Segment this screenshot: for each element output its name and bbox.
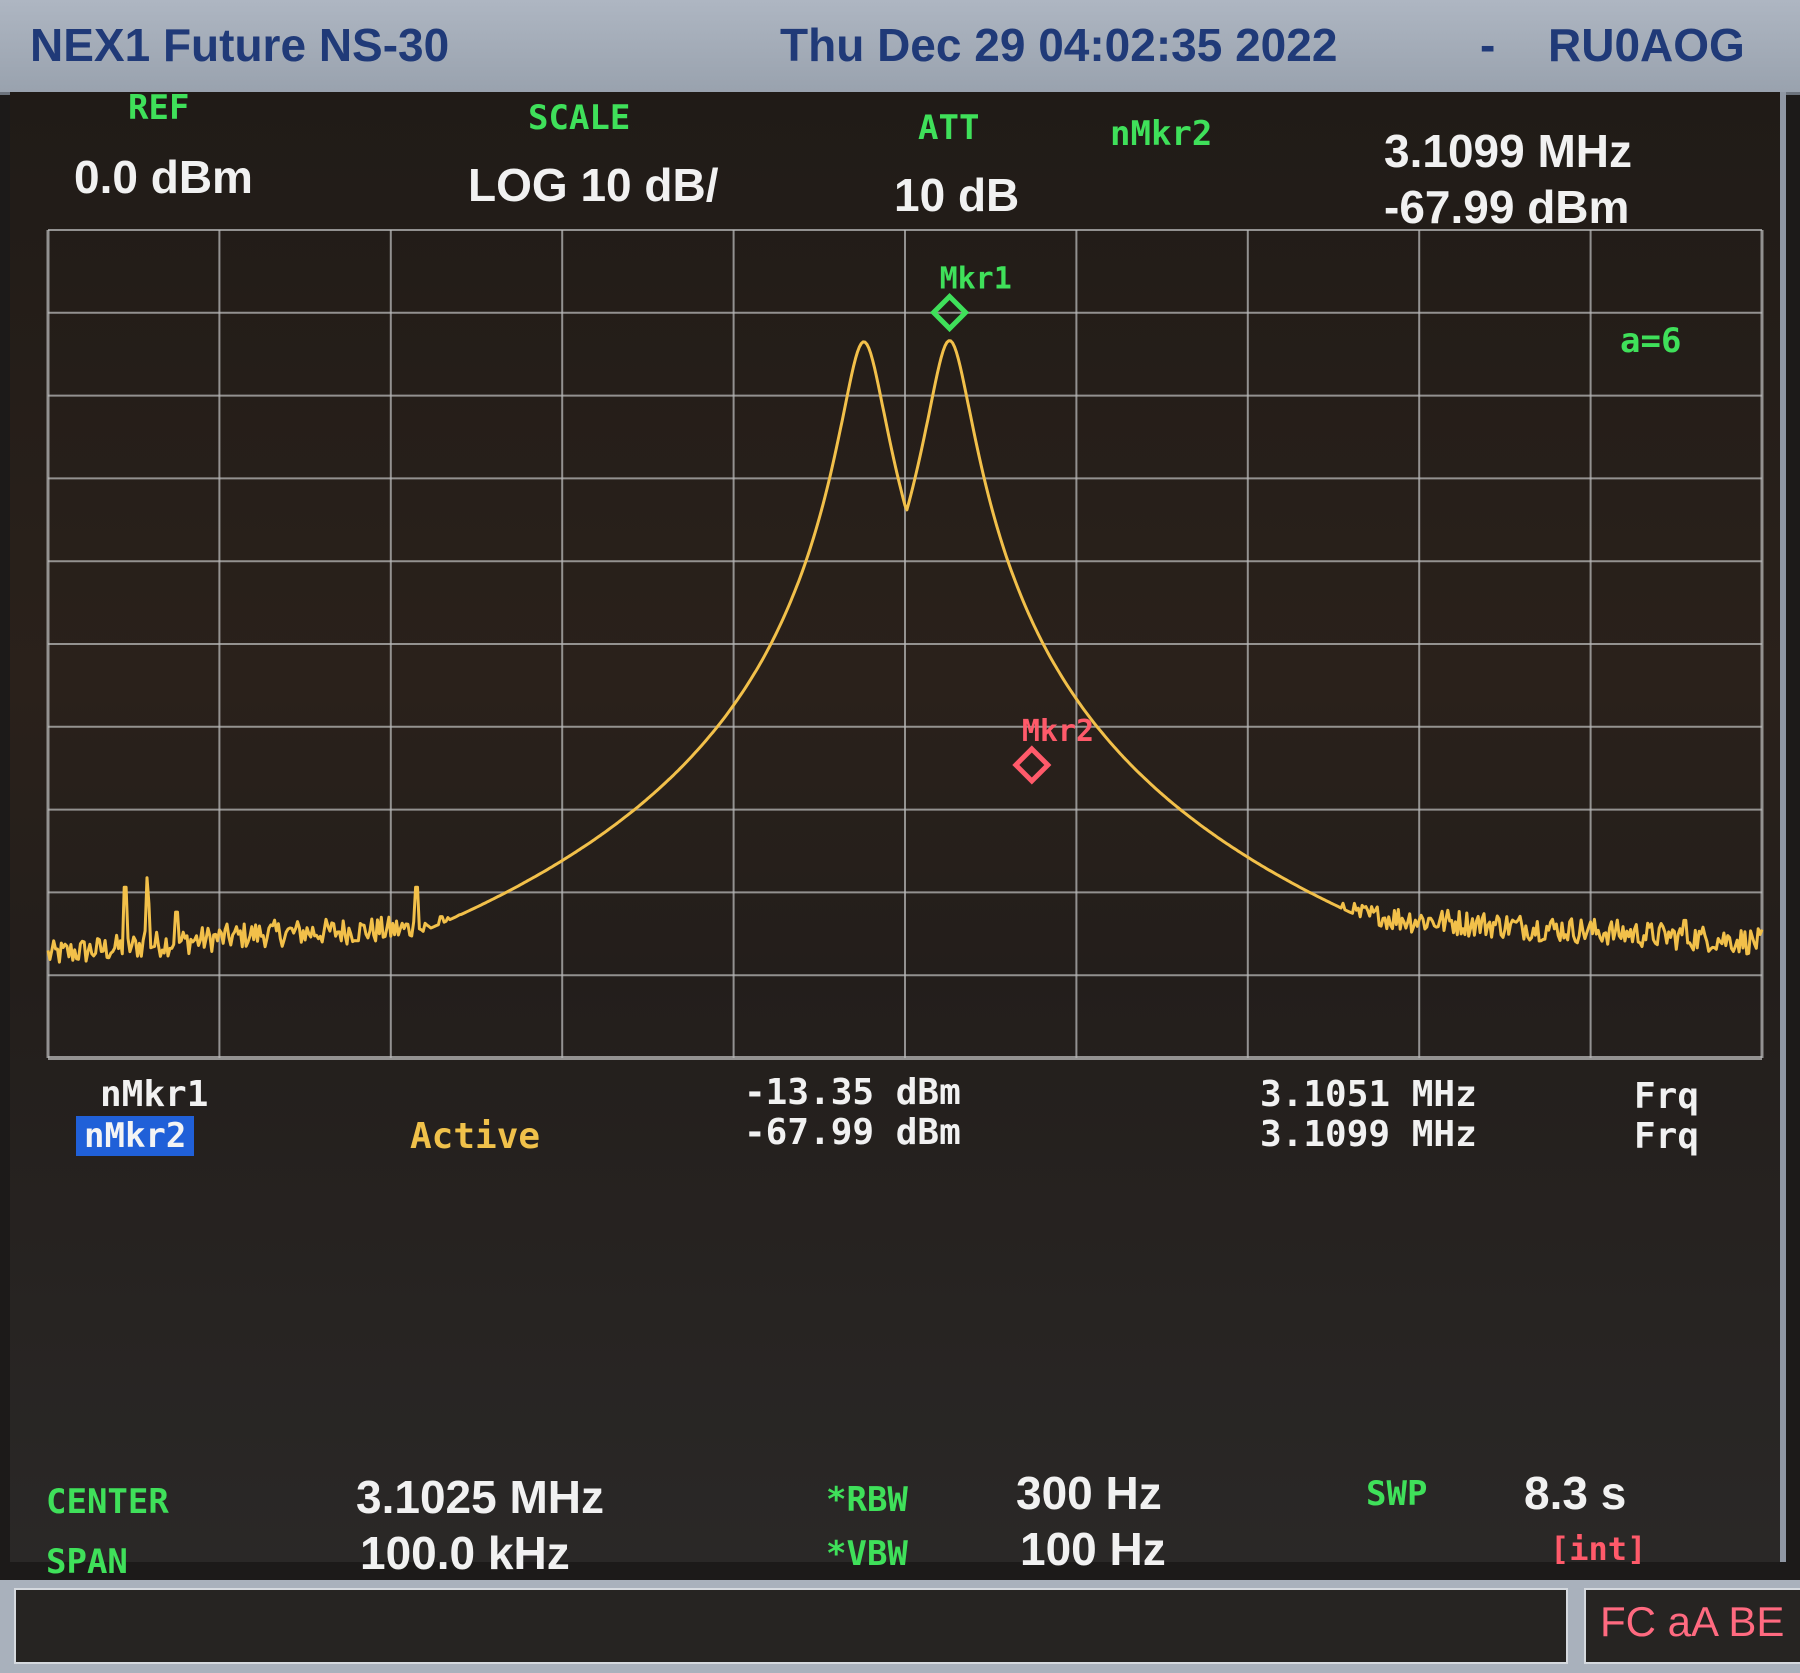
marker2-mode: Frq	[1634, 1116, 1700, 1157]
sweep-label: SWP	[1366, 1474, 1428, 1514]
vbw-label: *VBW	[826, 1534, 908, 1574]
status-message-area	[14, 1588, 1568, 1664]
spectrum-plot: Mkr1 Mkr2 a=6	[46, 229, 1764, 1060]
status-indicators: FC aA BE	[1600, 1598, 1785, 1645]
marker1-name[interactable]: nMkr1	[100, 1074, 208, 1115]
marker2-freq: 3.1099 MHz	[1260, 1114, 1477, 1155]
sweep-mode: [int]	[1550, 1530, 1647, 1568]
vbw-value[interactable]: 100 Hz	[1020, 1522, 1166, 1576]
marker2-diamond	[1012, 745, 1052, 785]
marker-layer: Mkr1 Mkr2	[930, 262, 1094, 785]
span-value[interactable]: 100.0 kHz	[360, 1526, 570, 1580]
marker1-label: Mkr1	[940, 262, 1012, 297]
marker2-name[interactable]: nMkr2	[76, 1116, 195, 1156]
rbw-value[interactable]: 300 Hz	[1016, 1466, 1162, 1520]
marker2-status: Active	[410, 1116, 541, 1157]
span-label: SPAN	[46, 1542, 128, 1582]
marker2-level: -67.99 dBm	[744, 1112, 961, 1153]
rbw-label: *RBW	[826, 1480, 908, 1520]
marker1-mode: Frq	[1634, 1076, 1700, 1117]
center-value[interactable]: 3.1025 MHz	[356, 1470, 604, 1524]
trace-annotation: a=6	[1620, 321, 1681, 361]
analyzer-screen: NEX1 Future NS-30 Thu Dec 29 04:02:35 20…	[0, 0, 1800, 1673]
marker1-freq: 3.1051 MHz	[1260, 1074, 1477, 1115]
center-label: CENTER	[46, 1482, 169, 1522]
marker1-level: -13.35 dBm	[744, 1072, 961, 1113]
status-bar: FC aA BE	[0, 1580, 1800, 1673]
status-indicator-area: FC aA BE	[1584, 1588, 1800, 1664]
marker2-label: Mkr2	[1022, 714, 1094, 749]
sweep-value[interactable]: 8.3 s	[1524, 1466, 1626, 1520]
